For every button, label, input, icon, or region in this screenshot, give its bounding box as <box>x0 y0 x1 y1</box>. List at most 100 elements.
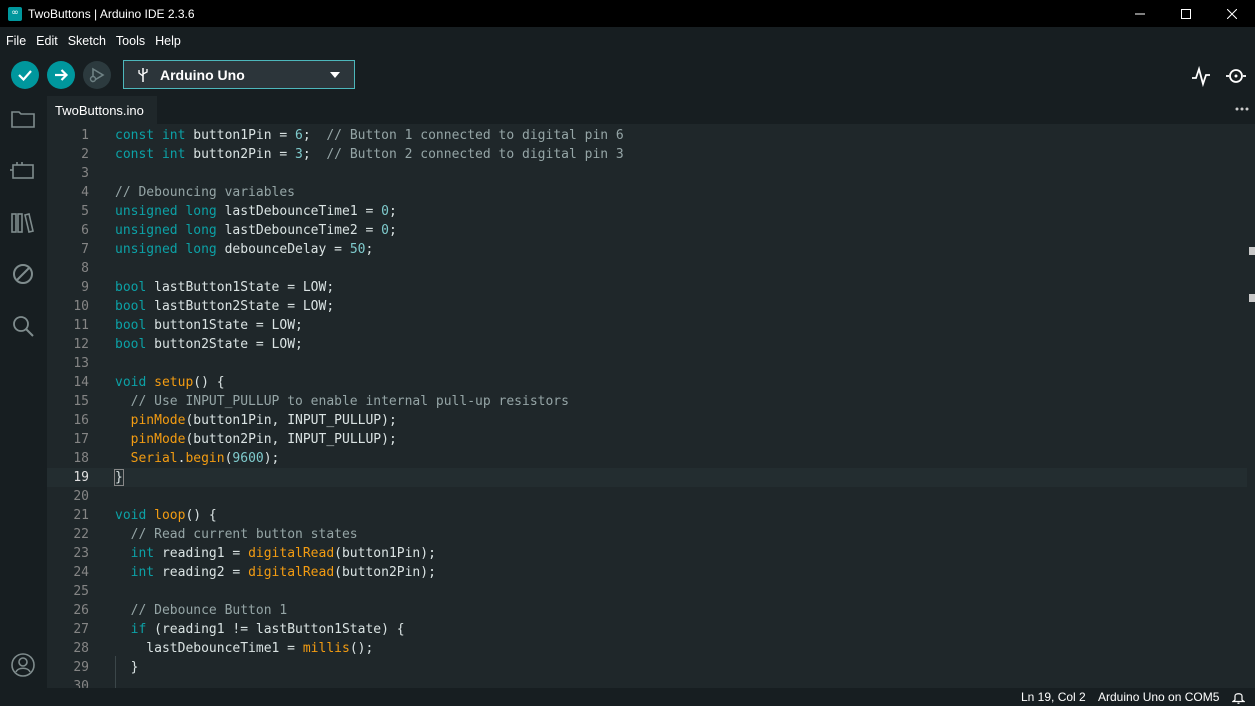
tab-twobuttons-ino[interactable]: TwoButtons.ino <box>47 96 157 124</box>
verify-button[interactable] <box>11 61 39 89</box>
cursor-position[interactable]: Ln 19, Col 2 <box>1021 690 1086 704</box>
maximize-button[interactable] <box>1163 0 1209 27</box>
code-token: int <box>130 565 162 580</box>
scroll-marker <box>1249 294 1255 302</box>
code-token: button2Pin = <box>193 147 296 162</box>
code-line[interactable]: 5 unsigned long lastDebounceTime1 = 0; <box>47 202 1247 221</box>
code-line[interactable]: 13 <box>47 354 1247 373</box>
code-token: () <box>193 375 217 390</box>
code-line[interactable]: 15 // Use INPUT_PULLUP to enable interna… <box>47 392 1247 411</box>
code-token: // Debouncing variables <box>115 185 296 200</box>
line-number: 9 <box>81 280 89 295</box>
code-line[interactable]: 11 bool button1State = LOW; <box>47 316 1247 335</box>
code-line[interactable]: 18 Serial.begin(9600); <box>47 449 1247 468</box>
code-token: lastDebounceTime1 = <box>115 641 303 656</box>
close-window-button[interactable] <box>1209 0 1255 27</box>
code-text: const int button1Pin = 6; // Button 1 co… <box>115 126 624 145</box>
menu-edit[interactable]: Edit <box>36 34 58 48</box>
code-line[interactable]: 24 int reading2 = digitalRead(button2Pin… <box>47 563 1247 582</box>
code-line[interactable]: 9 bool lastButton1State = LOW; <box>47 278 1247 297</box>
code-line[interactable]: 10 bool lastButton2State = LOW; <box>47 297 1247 316</box>
code-token: () { <box>185 508 217 523</box>
serial-plotter-icon[interactable] <box>1190 65 1212 87</box>
sketchbook-folder-icon[interactable] <box>10 106 36 132</box>
debug-disabled-icon[interactable] <box>10 261 36 287</box>
usb-icon <box>138 67 148 82</box>
scroll-marker <box>1249 247 1255 255</box>
board-selector[interactable]: Arduino Uno <box>123 60 355 89</box>
code-token: loop <box>154 508 186 523</box>
code-line[interactable]: 23 int reading1 = digitalRead(button1Pin… <box>47 544 1247 563</box>
menu-file[interactable]: File <box>6 34 26 48</box>
code-token: long <box>185 242 225 257</box>
code-token: long <box>185 204 225 219</box>
code-line[interactable]: 21 void loop() { <box>47 506 1247 525</box>
code-text: } <box>115 658 139 677</box>
code-token: (button1Pin, INPUT_PULLUP); <box>185 413 397 428</box>
menu-tools[interactable]: Tools <box>116 34 145 48</box>
code-text: bool button1State = LOW; <box>115 316 303 335</box>
code-line[interactable]: 22 // Read current button states <box>47 525 1247 544</box>
code-token: unsigned <box>115 223 186 238</box>
code-line[interactable]: 1 const int button1Pin = 6; // Button 1 c… <box>47 126 1247 145</box>
arrow-right-icon <box>55 69 69 81</box>
debug-button[interactable] <box>83 61 111 89</box>
code-token: // Read current button states <box>130 527 358 542</box>
code-line[interactable]: 6 unsigned long lastDebounceTime2 = 0; <box>47 221 1247 240</box>
code-token: (button2Pin, INPUT_PULLUP); <box>185 432 397 447</box>
bell-icon[interactable] <box>1232 690 1245 704</box>
code-token: 50 <box>349 242 366 257</box>
search-icon[interactable] <box>10 313 36 339</box>
code-line[interactable]: 17 pinMode(button2Pin, INPUT_PULLUP); <box>47 430 1247 449</box>
code-token: 0 <box>381 204 389 219</box>
code-editor[interactable]: 1 const int button1Pin = 6; // Button 1 c… <box>47 124 1255 688</box>
line-number: 5 <box>81 204 89 219</box>
code-token: long <box>185 223 225 238</box>
code-line[interactable]: 20 <box>47 487 1247 506</box>
menu-help[interactable]: Help <box>155 34 181 48</box>
code-text: unsigned long lastDebounceTime1 = 0; <box>115 202 397 221</box>
upload-button[interactable] <box>47 61 75 89</box>
boards-manager-icon[interactable] <box>10 158 36 184</box>
code-token: const <box>115 128 162 143</box>
board-name: Arduino Uno <box>160 66 245 83</box>
line-number: 12 <box>73 337 89 352</box>
code-line[interactable]: 30 <box>47 677 1247 688</box>
line-number: 6 <box>81 223 89 238</box>
line-number: 30 <box>73 679 89 688</box>
code-line[interactable]: 14 void setup() { <box>47 373 1247 392</box>
code-line[interactable]: 16 pinMode(button1Pin, INPUT_PULLUP); <box>47 411 1247 430</box>
code-line[interactable]: 4 // Debouncing variables <box>47 183 1247 202</box>
line-number: 16 <box>73 413 89 428</box>
line-number: 24 <box>73 565 89 580</box>
menu-sketch[interactable]: Sketch <box>68 34 106 48</box>
code-line[interactable]: 12 bool button2State = LOW; <box>47 335 1247 354</box>
line-number: 20 <box>73 489 89 504</box>
serial-monitor-icon[interactable] <box>1225 65 1247 87</box>
code-line[interactable]: 19} <box>47 468 1247 487</box>
code-line[interactable]: 7 unsigned long debounceDelay = 50; <box>47 240 1247 259</box>
library-manager-icon[interactable] <box>10 210 36 236</box>
code-line[interactable]: 2 const int button2Pin = 3; // Button 2 c… <box>47 145 1247 164</box>
account-icon[interactable] <box>10 652 36 678</box>
line-number: 23 <box>73 546 89 561</box>
status-bar: Ln 19, Col 2 Arduino Uno on COM5 <box>0 688 1255 706</box>
board-port-status[interactable]: Arduino Uno on COM5 <box>1098 690 1219 704</box>
line-number: 2 <box>81 147 89 162</box>
code-token: // Button 2 connected to digital pin 3 <box>326 147 624 162</box>
code-token: (button1Pin); <box>334 546 436 561</box>
code-line[interactable]: 3 <box>47 164 1247 183</box>
minimize-button[interactable] <box>1117 0 1163 27</box>
code-line[interactable]: 27 if (reading1 != lastButton1State) { <box>47 620 1247 639</box>
more-actions-button[interactable] <box>1233 100 1251 118</box>
code-line[interactable]: 28 lastDebounceTime1 = millis(); <box>47 639 1247 658</box>
code-line[interactable]: 8 <box>47 259 1247 278</box>
code-line[interactable]: 29 } <box>47 658 1247 677</box>
code-line[interactable]: 26 // Debounce Button 1 <box>47 601 1247 620</box>
code-token: int <box>161 128 194 143</box>
code-line[interactable]: 25 <box>47 582 1247 601</box>
